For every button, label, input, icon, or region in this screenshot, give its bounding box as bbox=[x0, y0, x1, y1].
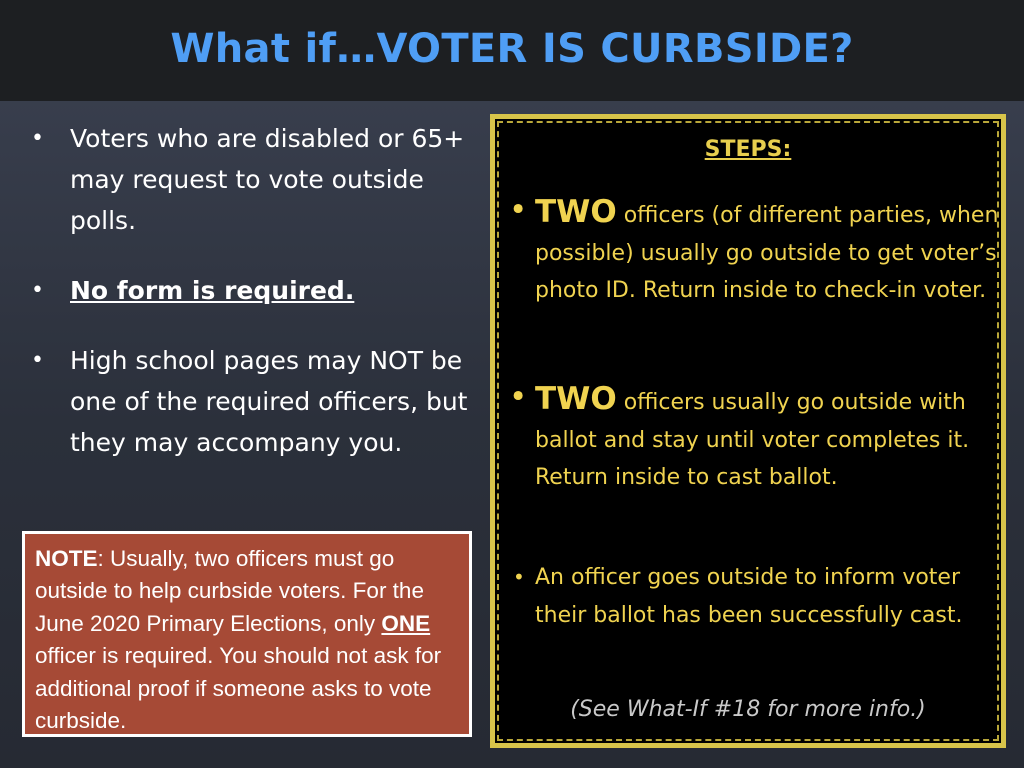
note-box: NOTE: Usually, two officers must go outs… bbox=[22, 531, 472, 737]
step-item: • TWO officers usually go outside with b… bbox=[509, 379, 999, 497]
step-lead: TWO bbox=[535, 381, 617, 417]
steps-title: STEPS: bbox=[704, 137, 792, 162]
bullet-item: • High school pages may NOT be one of th… bbox=[28, 340, 468, 463]
bullet-text: High school pages may NOT be one of the … bbox=[70, 346, 468, 457]
see-more-note: (See What-If #18 for more info.) bbox=[570, 697, 926, 722]
bullet-item: • No form is required. bbox=[28, 270, 468, 311]
bullet-dot-icon: • bbox=[31, 126, 44, 151]
slide-title: What if…VOTER IS CURBSIDE? bbox=[170, 25, 854, 72]
bullet-dot-icon: • bbox=[31, 278, 44, 303]
steps-box: STEPS: • TWO officers (of different part… bbox=[490, 114, 1006, 748]
bullet-dot-icon: • bbox=[509, 379, 528, 415]
step-text: An officer goes outside to inform voter … bbox=[535, 565, 963, 628]
bullet-item: • Voters who are disabled or 65+ may req… bbox=[28, 118, 468, 241]
bullet-text: Voters who are disabled or 65+ may reque… bbox=[70, 124, 465, 235]
title-bar: What if…VOTER IS CURBSIDE? bbox=[0, 0, 1024, 101]
step-item: • TWO officers (of different parties, wh… bbox=[509, 192, 999, 310]
bullet-list: • Voters who are disabled or 65+ may req… bbox=[28, 118, 468, 492]
bullet-text: No form is required. bbox=[70, 276, 355, 305]
note-label: NOTE bbox=[35, 546, 98, 571]
bullet-dot-icon: • bbox=[31, 348, 44, 373]
note-text-part2: officer is required. You should not ask … bbox=[35, 643, 442, 734]
note-emphasis: ONE bbox=[381, 610, 431, 636]
bullet-dot-icon: • bbox=[509, 192, 528, 228]
step-lead: TWO bbox=[535, 194, 617, 230]
step-item: • An officer goes outside to inform vote… bbox=[509, 559, 999, 634]
bullet-dot-icon: • bbox=[513, 565, 525, 589]
